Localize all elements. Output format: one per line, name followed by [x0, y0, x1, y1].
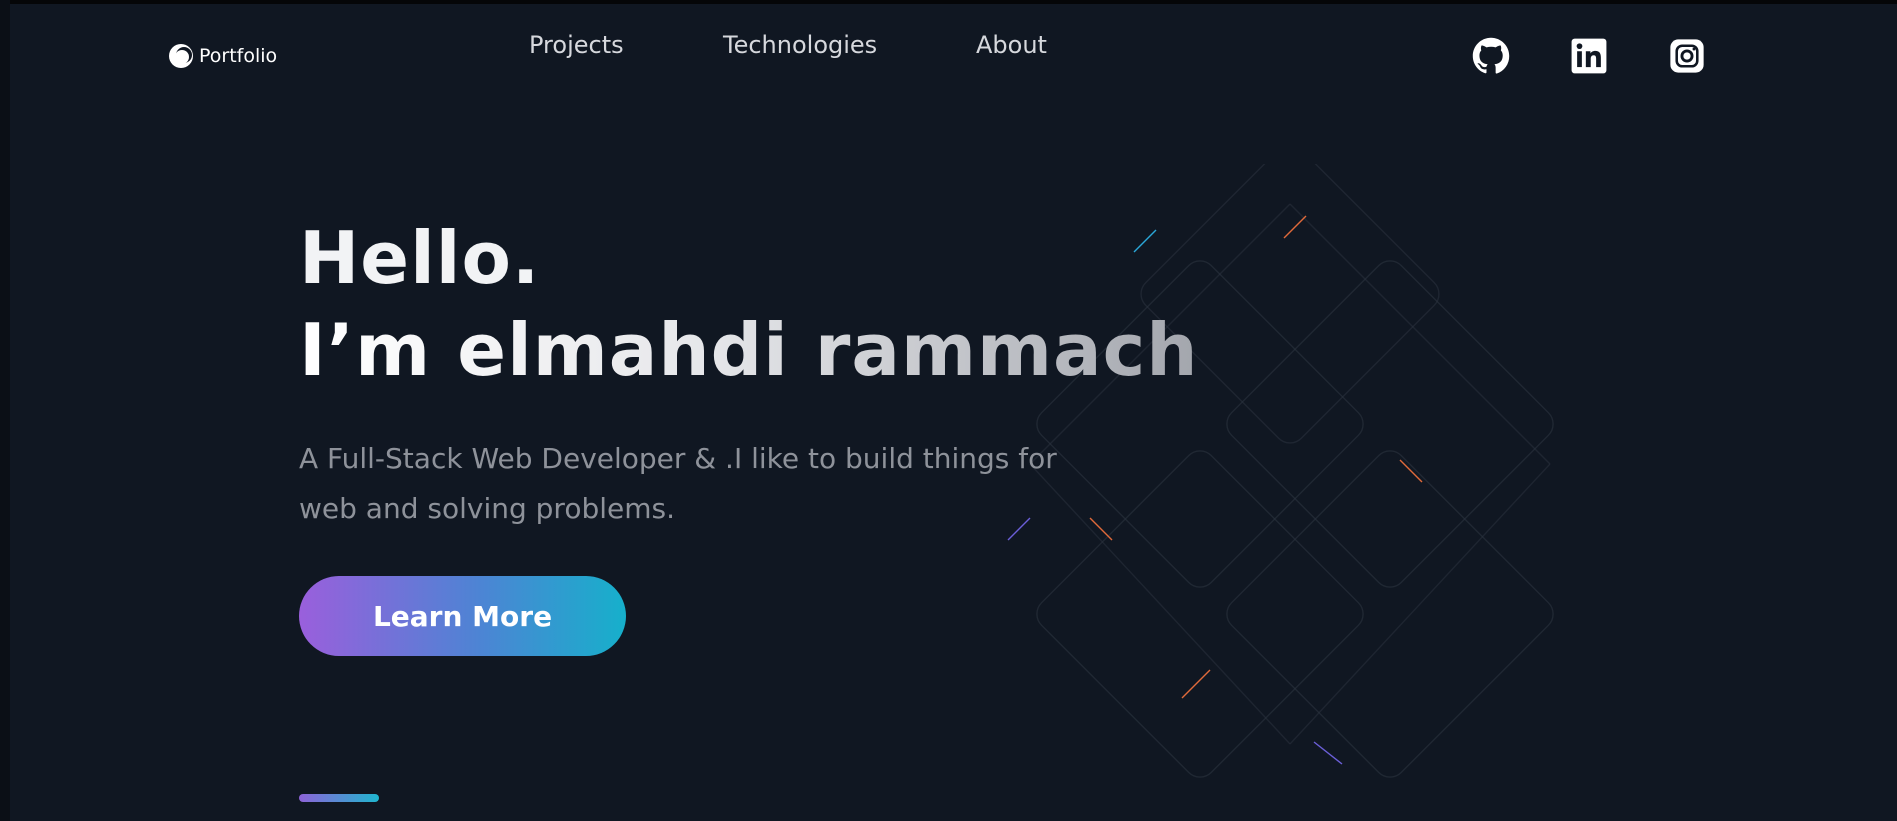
accent-divider-bar [299, 794, 379, 802]
hero-heading: Hello. I’m elmahdi rammach [299, 212, 1199, 396]
linkedin-icon [1571, 38, 1607, 74]
instagram-icon [1670, 39, 1704, 73]
portfolio-page: Portfolio Projects Technologies About He… [10, 4, 1897, 821]
linkedin-link[interactable] [1570, 37, 1608, 75]
logo-icon [169, 44, 193, 68]
instagram-link[interactable] [1668, 37, 1706, 75]
github-link[interactable] [1472, 37, 1510, 75]
window-left-edge [0, 0, 10, 821]
portfolio-logo-link[interactable]: Portfolio [167, 42, 277, 70]
logo-text: Portfolio [199, 45, 278, 67]
hero-greeting: Hello. [299, 216, 541, 300]
learn-more-button[interactable]: Learn More [299, 576, 626, 656]
hero-name-line: I’m elmahdi rammach [299, 304, 1199, 396]
github-icon [1472, 37, 1510, 74]
hero-subtitle: A Full-Stack Web Developer & .I like to … [299, 442, 1057, 525]
nav-link-technologies[interactable]: Technologies [723, 31, 877, 59]
nav-link-about[interactable]: About [976, 31, 1047, 59]
nav-link-projects[interactable]: Projects [529, 31, 624, 59]
